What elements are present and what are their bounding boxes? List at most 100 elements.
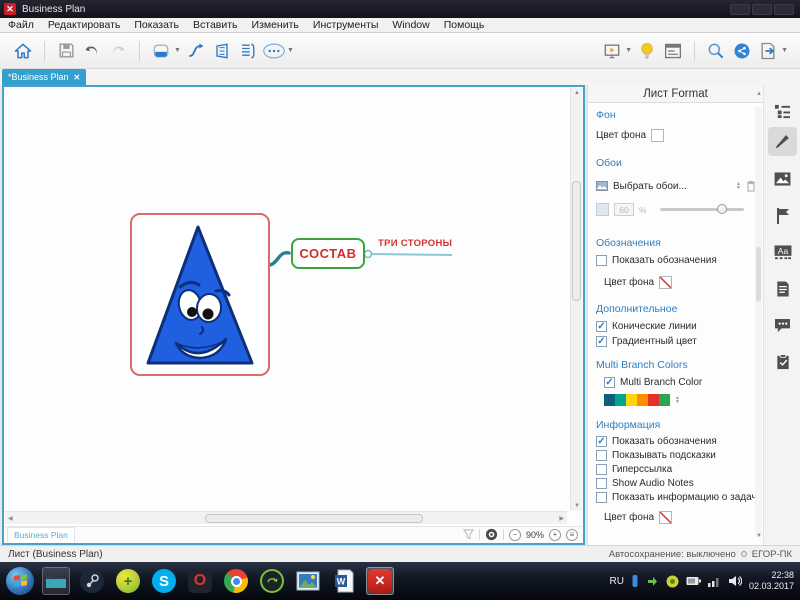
tab-business-plan[interactable]: *Business Plan ✕ bbox=[2, 69, 86, 85]
tray-battery-icon[interactable] bbox=[686, 576, 701, 586]
hyperlink-checkbox[interactable] bbox=[596, 464, 607, 475]
image-library-icon[interactable] bbox=[772, 168, 793, 189]
menu-edit[interactable]: Редактировать bbox=[48, 19, 121, 31]
spinner-icon[interactable]: ▲▼ bbox=[675, 396, 680, 404]
choose-wallpaper-button[interactable]: Выбрать обои... bbox=[613, 181, 687, 192]
share-icon[interactable] bbox=[729, 38, 755, 64]
chevron-down-icon[interactable]: ▼ bbox=[174, 47, 181, 54]
tray-antivirus-icon[interactable] bbox=[666, 575, 679, 588]
horizontal-scroll-thumb[interactable] bbox=[205, 514, 423, 523]
panel-scrollbar[interactable]: ▲ ▼ bbox=[755, 107, 762, 537]
info-bg-color-swatch[interactable] bbox=[659, 511, 672, 524]
branch-style-icon[interactable] bbox=[148, 38, 174, 64]
scroll-left-icon[interactable]: ◀ bbox=[8, 515, 13, 522]
taskbar-skype-icon[interactable]: S bbox=[150, 567, 178, 595]
tray-network-icon[interactable] bbox=[708, 576, 721, 587]
idea-bulb-icon[interactable] bbox=[634, 38, 660, 64]
tasks-clipboard-icon[interactable] bbox=[772, 351, 793, 372]
presentation-view-icon[interactable] bbox=[209, 38, 235, 64]
format-brush-icon[interactable] bbox=[768, 127, 797, 156]
bg-color-swatch[interactable] bbox=[651, 129, 664, 142]
smart-branch-icon[interactable] bbox=[183, 38, 209, 64]
scroll-down-icon[interactable]: ▼ bbox=[756, 533, 762, 539]
filter-icon[interactable] bbox=[463, 529, 474, 540]
wallpaper-opacity-slider[interactable] bbox=[660, 208, 744, 211]
menu-window[interactable]: Window bbox=[392, 19, 429, 31]
taskbar-photos-icon[interactable] bbox=[294, 567, 322, 595]
maximize-button[interactable] bbox=[752, 4, 772, 15]
undo-icon[interactable] bbox=[79, 38, 105, 64]
child-branch-label[interactable]: ТРИ СТОРОНЫ bbox=[378, 238, 452, 249]
taskbar-word-icon[interactable]: W bbox=[330, 567, 358, 595]
conic-lines-checkbox[interactable] bbox=[596, 321, 607, 332]
home-icon[interactable] bbox=[10, 38, 36, 64]
gradient-color-checkbox[interactable] bbox=[596, 336, 607, 347]
minimize-button[interactable] bbox=[730, 4, 750, 15]
text-style-icon[interactable]: Aa bbox=[772, 242, 793, 263]
zoom-out-icon[interactable]: − bbox=[509, 529, 521, 541]
vertical-scroll-thumb[interactable] bbox=[572, 181, 581, 301]
mindmap-canvas[interactable]: СОСТАВ ТРИ СТОРОНЫ ▲ ▼ ◀ ▶ Business Plan… bbox=[2, 85, 585, 545]
menu-file[interactable]: Файл bbox=[8, 19, 34, 31]
export-icon[interactable] bbox=[755, 38, 781, 64]
show-legend-checkbox[interactable] bbox=[596, 255, 607, 266]
show-audio-notes-checkbox[interactable] bbox=[596, 478, 607, 489]
zoom-level[interactable]: 90% bbox=[526, 530, 544, 540]
legend-bg-color-swatch[interactable] bbox=[659, 276, 672, 289]
tray-clock[interactable]: 22:38 02.03.2017 bbox=[749, 570, 794, 592]
scroll-up-icon[interactable]: ▲ bbox=[756, 91, 762, 97]
redo-icon[interactable] bbox=[105, 38, 131, 64]
tray-usb-icon[interactable] bbox=[631, 574, 639, 588]
taskbar-steam-icon[interactable] bbox=[78, 567, 106, 595]
zoom-in-icon[interactable]: + bbox=[549, 529, 561, 541]
chevron-down-icon[interactable]: ▼ bbox=[781, 47, 788, 54]
chevron-down-icon[interactable]: ▼ bbox=[287, 47, 294, 54]
outline-export-icon[interactable] bbox=[235, 38, 261, 64]
wallpaper-opacity-input[interactable]: 60 bbox=[614, 203, 634, 216]
taskbar-imindmap-icon-active[interactable]: ✕ bbox=[366, 567, 394, 595]
show-tooltips-checkbox[interactable] bbox=[596, 450, 607, 461]
tray-volume-icon[interactable] bbox=[728, 575, 742, 587]
menu-tools[interactable]: Инструменты bbox=[313, 19, 378, 31]
outline-view-icon[interactable] bbox=[772, 101, 793, 122]
present-icon[interactable] bbox=[599, 38, 625, 64]
tab-close-icon[interactable]: ✕ bbox=[74, 73, 81, 82]
scroll-up-icon[interactable]: ▲ bbox=[574, 90, 580, 96]
more-tools-icon[interactable] bbox=[261, 38, 287, 64]
menu-insert[interactable]: Вставить bbox=[193, 19, 238, 31]
search-icon[interactable] bbox=[703, 38, 729, 64]
panel-scroll-thumb[interactable] bbox=[756, 247, 761, 302]
horizontal-scrollbar[interactable]: ◀ ▶ bbox=[5, 511, 567, 524]
start-button[interactable] bbox=[6, 567, 34, 595]
sheet-tab-business-plan[interactable]: Business Plan bbox=[7, 527, 75, 542]
taskbar-explorer-icon[interactable] bbox=[42, 567, 70, 595]
chevron-down-icon[interactable]: ▼ bbox=[625, 47, 632, 54]
node-sostav[interactable]: СОСТАВ bbox=[291, 238, 365, 269]
slider-thumb[interactable] bbox=[717, 204, 727, 214]
taskbar-security-orb-icon[interactable] bbox=[258, 567, 286, 595]
zoom-options-icon[interactable]: ≡ bbox=[566, 529, 578, 541]
focus-target-icon[interactable] bbox=[485, 528, 498, 541]
multi-branch-checkbox[interactable] bbox=[604, 377, 615, 388]
info-show-legend-checkbox[interactable] bbox=[596, 436, 607, 447]
vertical-scrollbar[interactable]: ▲ ▼ bbox=[570, 88, 582, 511]
show-task-info-checkbox[interactable] bbox=[596, 492, 607, 503]
scroll-right-icon[interactable]: ▶ bbox=[559, 515, 564, 522]
scroll-down-icon[interactable]: ▼ bbox=[574, 503, 580, 509]
menu-help[interactable]: Помощь bbox=[444, 19, 485, 31]
branch-color-swatches[interactable] bbox=[604, 394, 670, 406]
language-indicator[interactable]: RU bbox=[610, 576, 624, 587]
taskbar-antivirus-icon[interactable]: + bbox=[114, 567, 142, 595]
save-icon[interactable] bbox=[53, 38, 79, 64]
menu-view[interactable]: Показать bbox=[134, 19, 179, 31]
tray-update-icon[interactable] bbox=[646, 575, 659, 588]
close-button[interactable] bbox=[774, 4, 794, 15]
notes-doc-icon[interactable] bbox=[772, 278, 793, 299]
flag-icon[interactable] bbox=[772, 205, 793, 226]
taskbar-opera-icon[interactable]: O bbox=[186, 567, 214, 595]
taskbar-chrome-icon[interactable] bbox=[222, 567, 250, 595]
central-image-node[interactable] bbox=[130, 213, 270, 376]
spinner-icon[interactable]: ▲▼ bbox=[736, 182, 741, 190]
notes-panel-icon[interactable] bbox=[660, 38, 686, 64]
comments-icon[interactable] bbox=[772, 315, 793, 336]
